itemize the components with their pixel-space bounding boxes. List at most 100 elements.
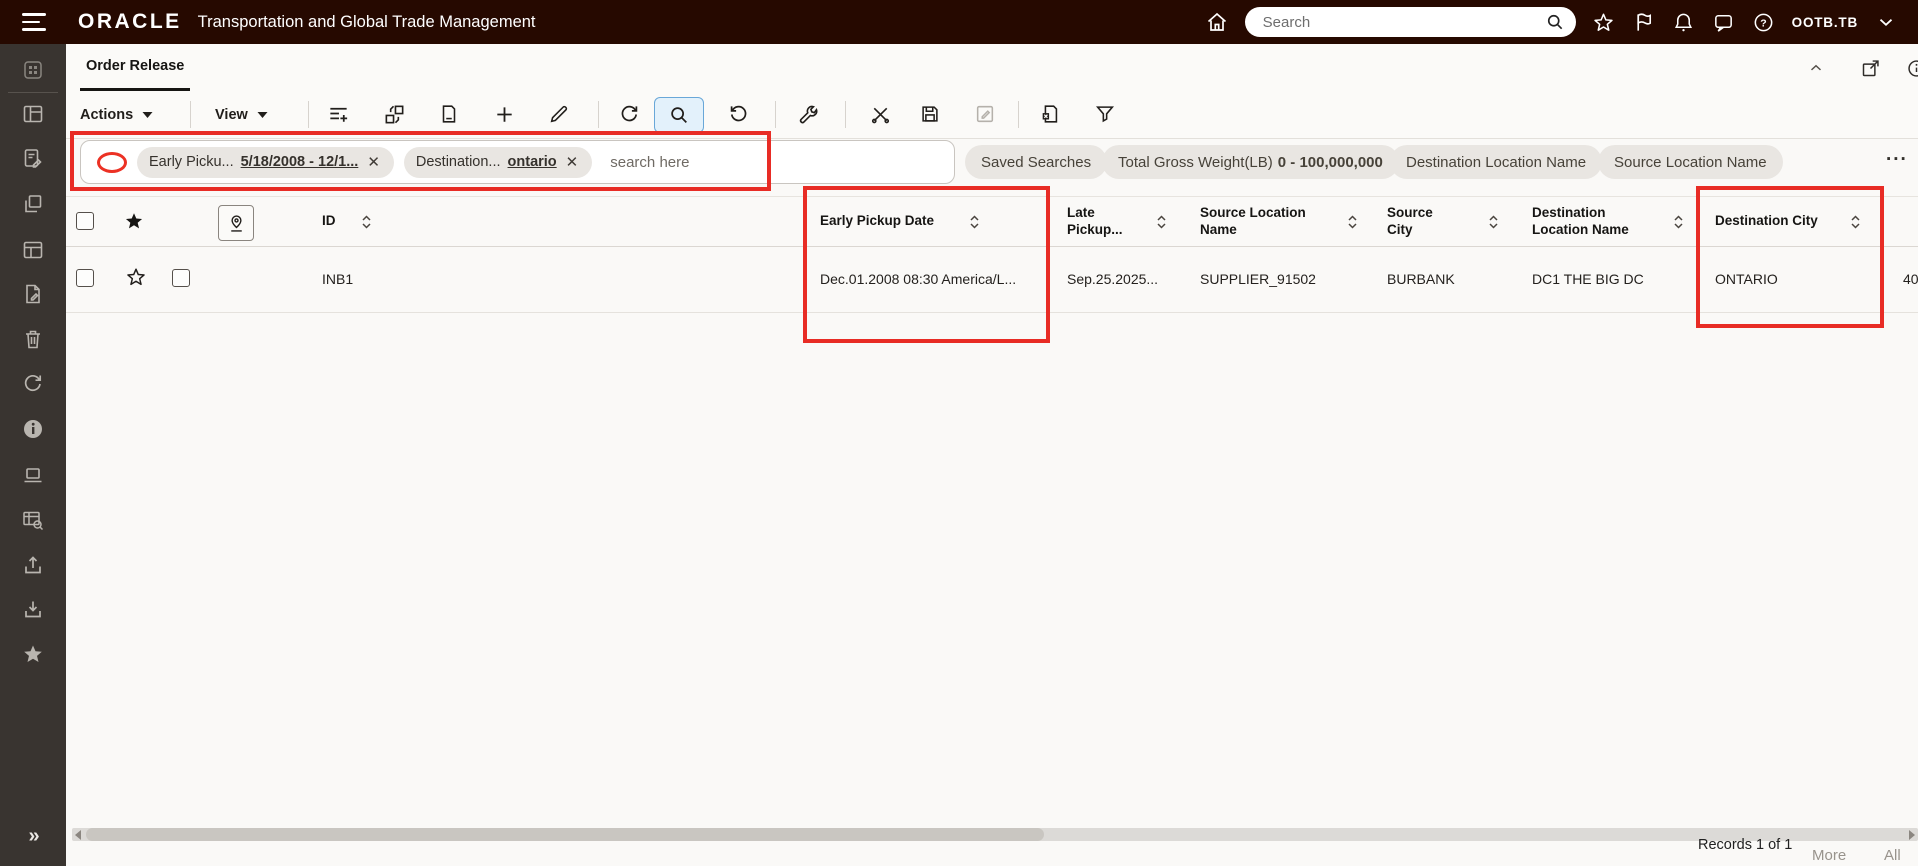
page-layout-icon[interactable]: [0, 97, 66, 131]
filter-funnel-icon[interactable]: [1085, 97, 1125, 131]
unassign-crossed-tools-icon[interactable]: [860, 97, 900, 131]
saved-searches-button[interactable]: Saved Searches: [965, 145, 1108, 179]
collapse-chevron-up-icon[interactable]: [1804, 56, 1828, 80]
table-row[interactable]: INB1 Dec.01.2008 08:30 America/L... Sep.…: [66, 245, 1918, 313]
sort-icon[interactable]: [1488, 214, 1499, 230]
oracle-logo: ORACLE: [78, 10, 182, 33]
remove-filter-icon[interactable]: ✕: [564, 153, 581, 171]
global-search-input[interactable]: [1260, 12, 1544, 32]
sidebar-expand-button[interactable]: »: [0, 825, 66, 848]
sort-icon[interactable]: [1156, 214, 1167, 230]
document-edit-icon[interactable]: [0, 277, 66, 311]
sort-icon[interactable]: [1850, 214, 1861, 230]
column-header-source-location-name[interactable]: Source Location Name: [1200, 197, 1358, 246]
applied-filter-chip[interactable]: Destination... ontario ✕: [403, 146, 593, 178]
filter-search-field[interactable]: Early Picku... 5/18/2008 - 12/1... ✕ Des…: [80, 140, 955, 184]
select-all-checkbox[interactable]: [76, 212, 94, 230]
view-menu-button[interactable]: View: [215, 98, 268, 131]
column-header-destination-location-name[interactable]: Destination Location Name: [1532, 197, 1684, 246]
app-grid-icon[interactable]: [0, 53, 66, 87]
save-icon[interactable]: [910, 97, 950, 131]
document-remove-icon[interactable]: [429, 97, 469, 131]
table-search-icon[interactable]: [0, 503, 66, 537]
suggested-filter-chip[interactable]: Destination Location Name: [1390, 145, 1603, 179]
horizontal-scrollbar-thumb[interactable]: [86, 828, 1044, 841]
column-header-late-pickup[interactable]: Late Pickup...: [1067, 197, 1167, 246]
column-header-early-pickup-date[interactable]: Early Pickup Date: [820, 197, 980, 246]
suggested-filter-chip[interactable]: Source Location Name: [1598, 145, 1783, 179]
cell-early-pickup-date: Dec.01.2008 08:30 America/L...: [820, 270, 1017, 287]
actions-menu-button[interactable]: Actions: [80, 98, 153, 131]
scroll-left-arrow-icon[interactable]: [75, 830, 81, 840]
toolbar-divider: [775, 101, 776, 128]
upload-icon[interactable]: [0, 548, 66, 582]
workbench-icon[interactable]: [0, 458, 66, 492]
messages-chat-icon[interactable]: [1712, 10, 1736, 34]
global-search: [1244, 7, 1576, 37]
notifications-bell-icon[interactable]: [1672, 10, 1696, 34]
hierarchy-move-icon[interactable]: [374, 97, 414, 131]
favorite-column-star-icon[interactable]: [123, 210, 145, 237]
edit-pencil-icon[interactable]: [539, 97, 579, 131]
map-view-button[interactable]: [218, 205, 254, 241]
record-type-oval-icon: [97, 151, 127, 173]
sort-icon[interactable]: [361, 214, 372, 230]
refresh-icon[interactable]: [0, 367, 66, 401]
refresh-icon[interactable]: [609, 97, 649, 131]
download-icon[interactable]: [0, 592, 66, 626]
add-plus-icon[interactable]: [484, 97, 524, 131]
open-in-new-window-icon[interactable]: [1858, 56, 1882, 80]
table-header: ID Early Pickup Date Late Pickup... Sour…: [66, 196, 1918, 247]
search-icon[interactable]: [1544, 10, 1566, 34]
favorites-star-icon[interactable]: [1592, 10, 1616, 34]
account-chevron-down-icon[interactable]: [1874, 10, 1898, 34]
cell-destination-city: ONTARIO: [1715, 270, 1778, 287]
sort-icon[interactable]: [1347, 214, 1358, 230]
page-info-icon[interactable]: [1904, 56, 1918, 80]
more-button[interactable]: More: [1812, 847, 1846, 864]
info-icon[interactable]: [0, 412, 66, 446]
tab-order-release[interactable]: Order Release: [80, 44, 191, 91]
cell-source-location-name: SUPPLIER_91502: [1200, 270, 1316, 287]
records-count: Records 1 of 1: [1698, 837, 1793, 853]
account-badge[interactable]: OOTB.TB: [1792, 15, 1858, 30]
column-header-destination-city[interactable]: Destination City: [1715, 197, 1861, 246]
filter-overflow-button[interactable]: ...: [1886, 144, 1908, 166]
remove-filter-icon[interactable]: ✕: [365, 153, 382, 171]
applied-filter-chip[interactable]: Early Picku... 5/18/2008 - 12/1... ✕: [137, 146, 394, 178]
flag-icon[interactable]: [1632, 10, 1656, 34]
trash-icon[interactable]: [0, 322, 66, 356]
filter-search-input[interactable]: [608, 152, 773, 172]
column-header-id[interactable]: ID: [322, 197, 372, 246]
suggested-filter-chip[interactable]: Total Gross Weight(LB) 0 - 100,000,000: [1102, 145, 1399, 179]
hamburger-menu-icon[interactable]: [22, 9, 48, 35]
add-to-list-icon[interactable]: [318, 97, 358, 131]
row-indicator-checkbox[interactable]: [172, 269, 190, 287]
export-spreadsheet-icon[interactable]: [1030, 97, 1070, 131]
search-tool-icon[interactable]: [654, 97, 704, 133]
row-favorite-star-icon[interactable]: [125, 266, 147, 293]
wrench-icon[interactable]: [788, 97, 828, 131]
horizontal-scrollbar[interactable]: [72, 828, 1918, 841]
tab-bar: Order Release: [66, 44, 1918, 92]
row-checkbox[interactable]: [76, 269, 94, 287]
cell-overflow-value: 40: [1903, 270, 1918, 287]
redo-icon[interactable]: [718, 97, 758, 131]
filter-label: Early Picku...: [149, 154, 234, 170]
scroll-right-arrow-icon[interactable]: [1909, 830, 1915, 840]
toolbar-divider: [598, 101, 599, 128]
copy-icon[interactable]: [0, 187, 66, 221]
table-layout-icon[interactable]: [0, 233, 66, 267]
clipboard-edit-icon[interactable]: [0, 141, 66, 175]
sort-icon[interactable]: [1673, 214, 1684, 230]
home-icon[interactable]: [1205, 10, 1229, 34]
all-button[interactable]: All: [1884, 847, 1901, 864]
svg-text:?: ?: [1760, 17, 1766, 29]
column-header-source-city[interactable]: Source City: [1387, 197, 1499, 246]
filter-value[interactable]: ontario: [508, 154, 557, 170]
sort-icon[interactable]: [969, 214, 980, 230]
toolbar: Actions View: [66, 91, 1918, 139]
help-icon[interactable]: ?: [1752, 10, 1776, 34]
filter-value[interactable]: 5/18/2008 - 12/1...: [241, 154, 359, 170]
favorites-icon[interactable]: [0, 637, 66, 671]
